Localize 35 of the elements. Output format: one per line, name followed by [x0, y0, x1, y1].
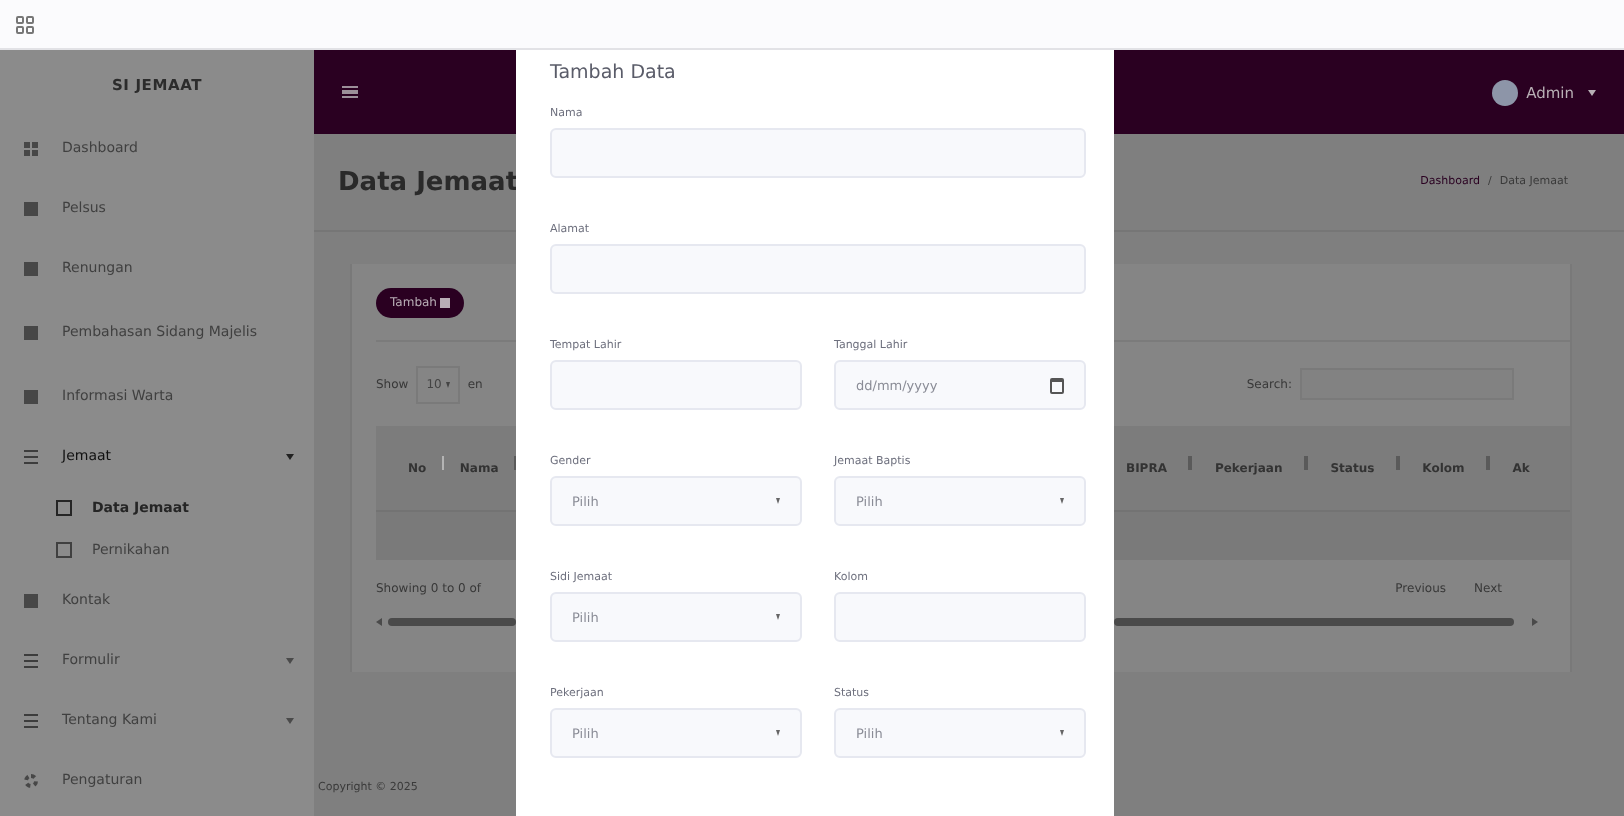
square-icon: [24, 325, 38, 339]
caret-icon: [286, 717, 294, 723]
square-icon: [24, 201, 38, 215]
modal-title: Tambah Data: [550, 62, 678, 88]
plus-icon: [440, 297, 451, 307]
scroll-left-icon[interactable]: [376, 618, 382, 626]
square-icon: [24, 261, 38, 275]
caret-icon: [286, 657, 294, 663]
page-title: Data Jemaat: [338, 167, 519, 197]
text-field[interactable]: [550, 128, 1086, 178]
square-icon: [24, 593, 38, 607]
list-icon: [24, 653, 38, 667]
scroll-right-icon[interactable]: [1532, 618, 1538, 626]
text-field[interactable]: [550, 360, 802, 410]
sort-arrows-icon: [1060, 498, 1064, 504]
apps-icon[interactable]: [16, 15, 34, 33]
calendar-icon[interactable]: [1050, 377, 1064, 393]
square-outline-icon: [56, 541, 72, 557]
square-outline-icon: [56, 499, 72, 515]
avatar-icon: [1492, 79, 1519, 105]
sort-arrows-icon: [776, 730, 780, 736]
square-icon: [24, 389, 38, 403]
sort-arrows-icon: [445, 381, 450, 387]
caret-icon: [286, 453, 294, 459]
horizontal-scrollbar[interactable]: [376, 616, 516, 628]
sort-arrows-icon: [776, 614, 780, 620]
list-icon: [24, 713, 38, 727]
sort-arrows-icon: [776, 498, 780, 504]
sort-arrows-icon: [1060, 730, 1064, 736]
menu-icon[interactable]: [342, 85, 358, 99]
text-field[interactable]: [834, 592, 1086, 642]
caret-icon: [1588, 89, 1596, 95]
list-icon: [24, 449, 38, 463]
text-field[interactable]: [550, 244, 1086, 294]
grid-icon: [24, 141, 38, 155]
